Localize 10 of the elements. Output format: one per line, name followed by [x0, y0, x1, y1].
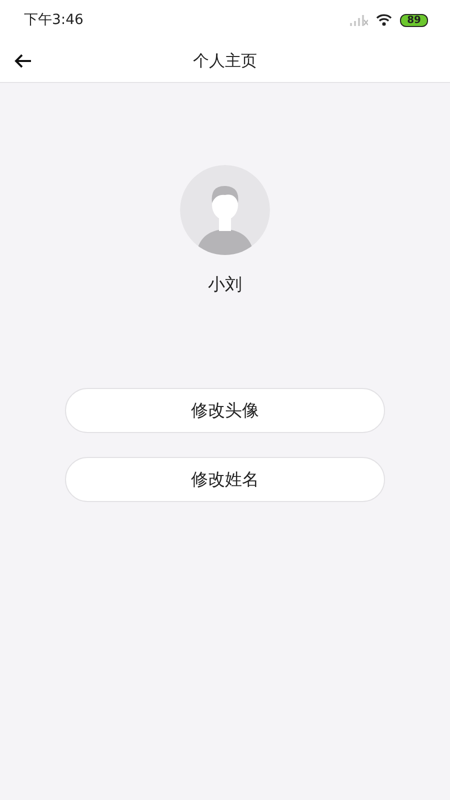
action-button[interactable]: 修改姓名: [65, 457, 385, 502]
avatar-icon: [180, 165, 270, 255]
wifi-icon: [376, 14, 392, 26]
back-arrow-icon[interactable]: [14, 54, 32, 68]
page-title: 个人主页: [193, 50, 257, 72]
battery-level: 89: [400, 14, 428, 26]
status-time: 下午3:46: [24, 11, 84, 29]
user-name: 小刘: [208, 274, 242, 296]
action-button[interactable]: 修改头像: [65, 388, 385, 433]
signal-icon: [350, 14, 368, 26]
